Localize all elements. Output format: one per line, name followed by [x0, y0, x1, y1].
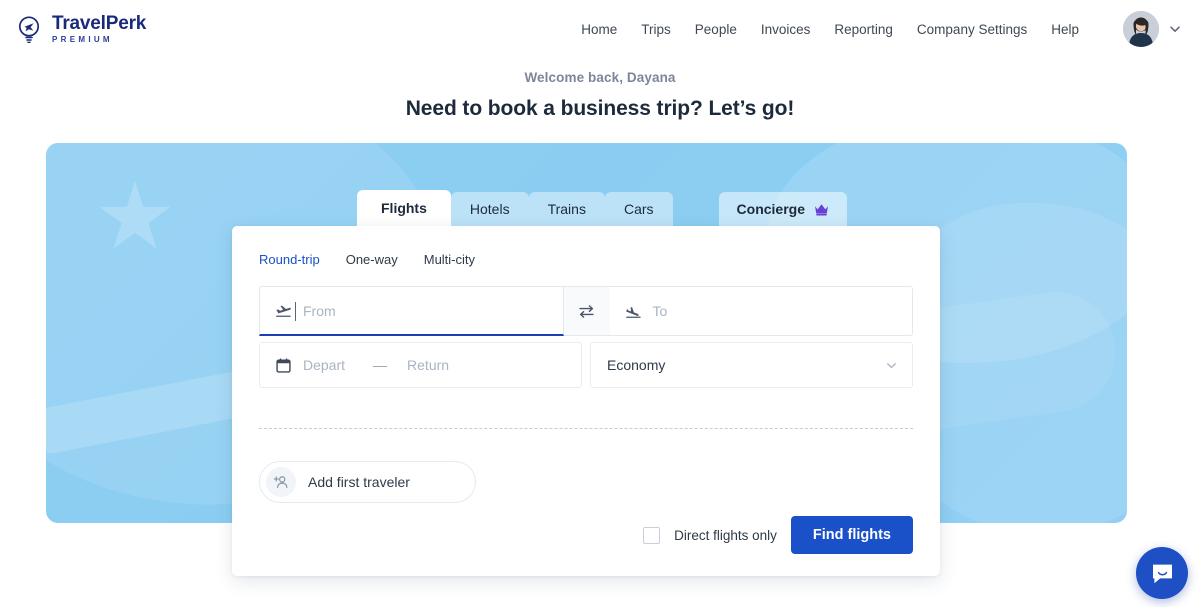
section-divider [259, 428, 913, 429]
dates-and-cabin: Depart — Return Economy [259, 342, 913, 388]
plane-takeoff-icon [275, 302, 292, 319]
swap-locations-button[interactable] [564, 286, 610, 336]
trip-type-round-trip[interactable]: Round-trip [259, 252, 320, 267]
nav-item-reporting[interactable]: Reporting [834, 22, 893, 37]
account-menu[interactable] [1123, 11, 1182, 47]
welcome-section: Welcome back, Dayana Need to book a busi… [0, 58, 1200, 121]
return-placeholder: Return [407, 357, 449, 373]
swap-arrows-icon [578, 304, 595, 319]
avatar[interactable] [1123, 11, 1159, 47]
tab-concierge-label: Concierge [737, 201, 805, 217]
nav-item-invoices[interactable]: Invoices [761, 22, 811, 37]
tab-hotels[interactable]: Hotels [451, 192, 529, 226]
chat-launcher-button[interactable] [1136, 547, 1188, 599]
search-actions: Direct flights only Find flights [643, 516, 913, 554]
nav-item-trips[interactable]: Trips [641, 22, 671, 37]
user-avatar-image [1123, 11, 1159, 47]
text-cursor [295, 302, 296, 321]
add-traveler-button[interactable]: Add first traveler [259, 461, 476, 503]
tab-trains[interactable]: Trains [529, 192, 605, 226]
trip-type-one-way[interactable]: One-way [346, 252, 398, 267]
brand-logo[interactable]: TravelPerk PREMIUM [14, 14, 146, 44]
flight-search-card: Round-trip One-way Multi-city From To [232, 226, 940, 576]
add-person-icon [273, 474, 289, 490]
direct-flights-label[interactable]: Direct flights only [674, 528, 777, 543]
origin-field[interactable]: From [259, 286, 564, 336]
chevron-down-icon [885, 359, 898, 372]
date-separator: — [373, 357, 387, 373]
tab-concierge[interactable]: Concierge [719, 192, 847, 226]
booking-tabs: Flights Hotels Trains Cars Concierge [357, 190, 847, 226]
welcome-greeting: Welcome back, Dayana [0, 70, 1200, 85]
nav-item-people[interactable]: People [695, 22, 737, 37]
brand-tier: PREMIUM [52, 36, 146, 44]
cabin-class-value: Economy [607, 357, 665, 373]
top-header: TravelPerk PREMIUM Home Trips People Inv… [0, 0, 1200, 58]
nav-item-help[interactable]: Help [1051, 22, 1079, 37]
route-inputs: From To [259, 286, 913, 336]
nav-item-company-settings[interactable]: Company Settings [917, 22, 1027, 37]
nav-item-home[interactable]: Home [581, 22, 617, 37]
page-title: Need to book a business trip? Let’s go! [0, 97, 1200, 121]
chevron-down-icon[interactable] [1168, 22, 1182, 36]
crown-icon [814, 203, 829, 216]
add-person-icon-wrap [266, 467, 296, 497]
trip-type-selector: Round-trip One-way Multi-city [259, 252, 913, 267]
direct-flights-checkbox[interactable] [643, 527, 660, 544]
calendar-icon [275, 357, 292, 374]
add-traveler-label: Add first traveler [308, 474, 410, 490]
tab-cars[interactable]: Cars [605, 192, 673, 226]
lightbulb-plane-icon [14, 14, 44, 44]
find-flights-button[interactable]: Find flights [791, 516, 913, 554]
plane-landing-icon [625, 303, 642, 320]
cabin-class-select[interactable]: Economy [590, 342, 913, 388]
brand-name: TravelPerk [52, 14, 146, 33]
chat-bubble-smile-icon [1150, 561, 1175, 586]
origin-placeholder: From [303, 303, 336, 319]
date-range-field[interactable]: Depart — Return [259, 342, 582, 388]
tab-flights[interactable]: Flights [357, 190, 451, 226]
trip-type-multi-city[interactable]: Multi-city [424, 252, 475, 267]
destination-placeholder: To [653, 303, 668, 319]
main-navigation: Home Trips People Invoices Reporting Com… [581, 11, 1182, 47]
depart-placeholder: Depart [303, 357, 345, 373]
destination-field[interactable]: To [610, 286, 914, 336]
